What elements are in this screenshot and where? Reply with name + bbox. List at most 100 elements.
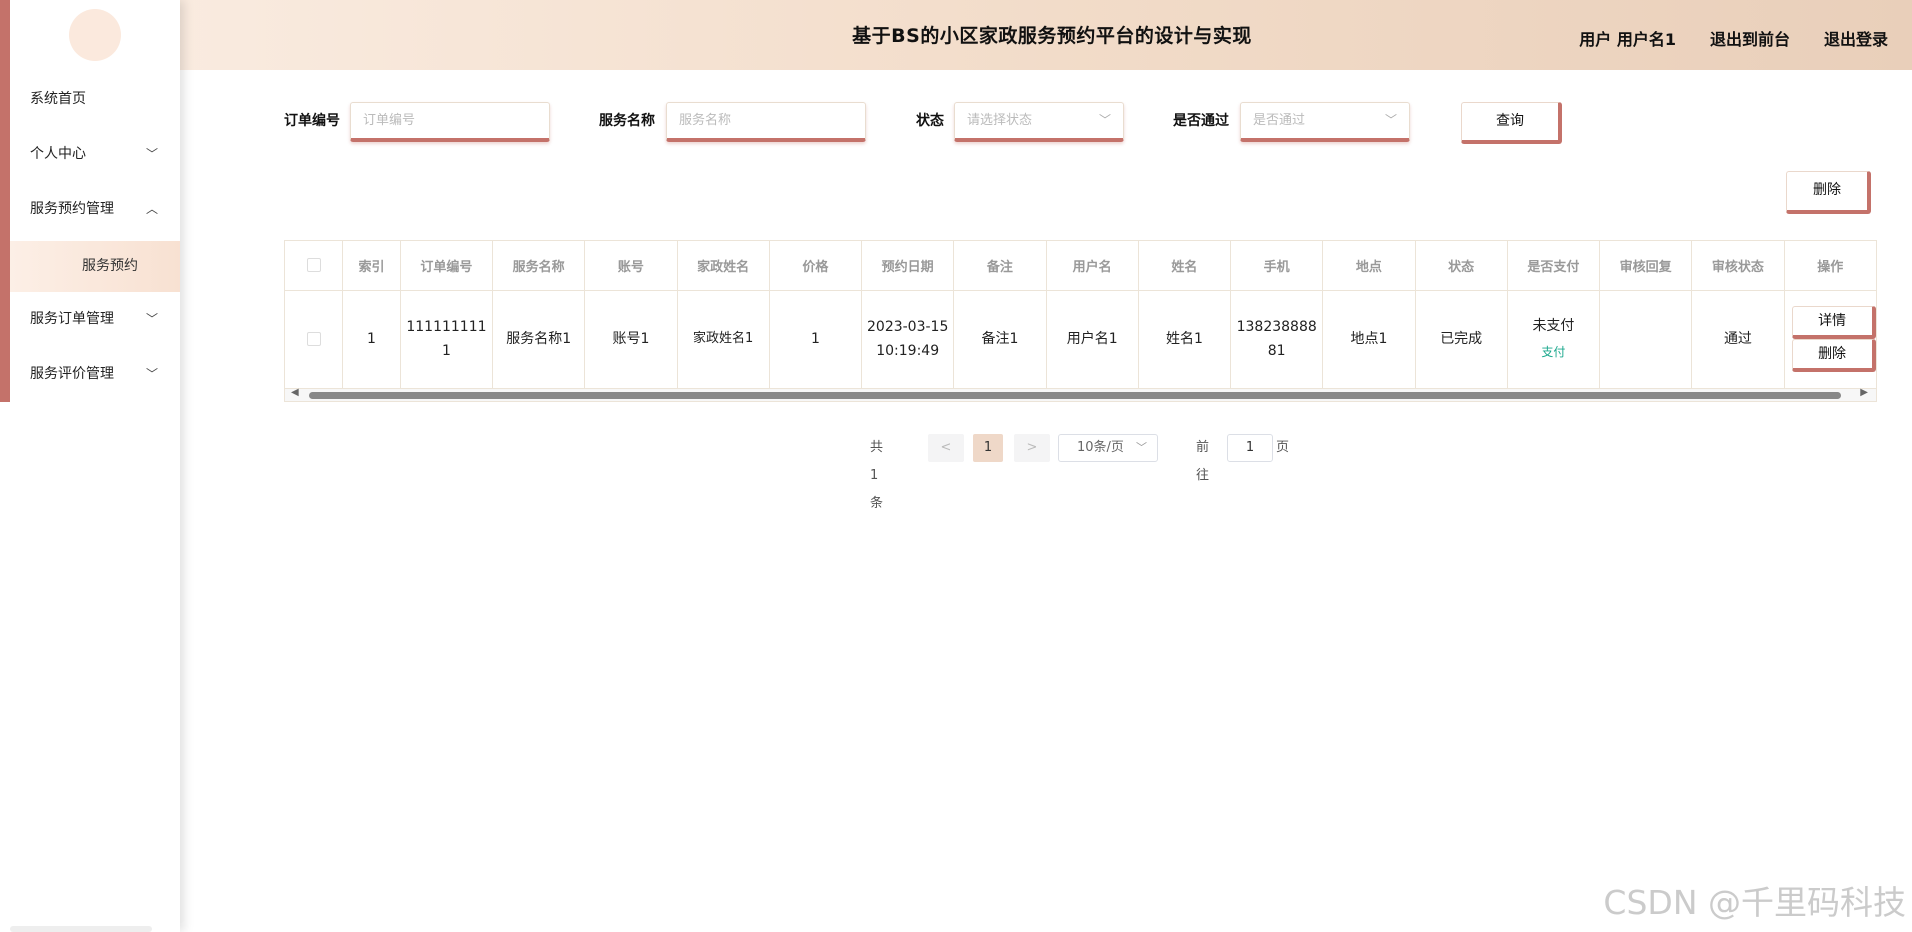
column-header[interactable]: 是否支付 [1507,241,1601,291]
goto-label: 前往 [1196,440,1210,483]
cell-status: 已完成 [1415,290,1508,388]
sidebar-item-label: 个人中心 [30,146,86,162]
chevron-down-icon: ﹀ [145,367,158,381]
query-button-label: 查询 [1496,113,1524,129]
cell-index: 1 [342,290,401,388]
bulk-delete-button[interactable]: 删除 [1786,171,1871,214]
total-count: 共 1 条 [870,440,884,511]
table-horizontal-scrollbar[interactable]: ◀ ▶ [285,387,1876,401]
watermark: CSDN @千里码科技 [1603,883,1906,922]
cell-date: 2023-03-15 10:19:49 [861,290,955,388]
sidebar-scrollbar[interactable] [10,926,152,932]
cell-price: 1 [769,290,863,388]
select-all-cell [285,241,344,291]
sidebar-item-order-management[interactable]: 服务订单管理 ﹀ [10,296,180,351]
sidebar-menu: 系统首页 个人中心 ﹀ 服务预约管理 ︿ 服务预约 服务订单管理 ﹀ 服务评价管… [10,76,180,406]
status-select[interactable]: 请选择状态 ﹀ [954,102,1124,142]
page-number-1[interactable]: 1 [973,434,1003,462]
sidebar-item-home[interactable]: 系统首页 [10,76,180,131]
top-header: 基于BS的小区家政服务预约平台的设计与实现 用户 用户名1 退出到前台 退出登录 [0,0,1912,70]
cell-account: 账号1 [584,290,678,388]
row-checkbox[interactable] [306,332,321,347]
prev-page-button[interactable]: < [928,434,964,462]
select-all-checkbox[interactable] [306,258,321,273]
scrollbar-thumb[interactable] [309,392,1841,399]
column-header[interactable]: 预约日期 [861,241,955,291]
exit-to-front-link[interactable]: 退出到前台 [1710,26,1790,50]
sidebar-item-label: 服务预约 [82,258,138,274]
chevron-down-icon: ﹀ [1098,113,1111,127]
cell-username: 用户名1 [1046,290,1139,388]
column-header[interactable]: 地点 [1322,241,1416,291]
sidebar-item-label: 服务预约管理 [30,201,114,217]
scroll-right-icon[interactable]: ▶ [1860,387,1868,398]
column-header[interactable]: 服务名称 [492,241,586,291]
page-size-value: 10条/页 [1077,440,1124,455]
pay-link[interactable]: 支付 [1512,340,1595,364]
table-header-row: 索引 订单编号 服务名称 账号 家政姓名 价格 预约日期 备注 用户名 姓名 手… [285,241,1876,291]
cell-audit: 通过 [1691,290,1785,388]
cell-phone: 13823888881 [1230,290,1324,388]
bulk-delete-label: 删除 [1813,182,1841,198]
column-header[interactable]: 价格 [769,241,863,291]
cell-name: 姓名1 [1138,290,1232,388]
table-row[interactable]: 1 1111111111 服务名称1 账号1 家政姓名1 1 2023-03-1… [285,290,1876,388]
approved-placeholder: 是否通过 [1253,113,1306,128]
header-actions: 用户 用户名1 退出到前台 退出登录 [1579,0,1888,76]
order-no-input[interactable]: 订单编号 [350,102,550,142]
approved-label: 是否通过 [1173,113,1229,129]
cell-actions: 详情 删除 [1784,290,1876,388]
page-size-select[interactable]: 10条/页 ﹀ [1058,434,1158,462]
cell-note: 备注1 [953,290,1047,388]
paid-status-text: 未支付 [1532,318,1575,335]
service-name-input[interactable]: 服务名称 [666,102,866,142]
status-label: 状态 [916,113,944,129]
scroll-left-icon[interactable]: ◀ [291,387,299,398]
cell-place: 地点1 [1322,290,1416,388]
column-header[interactable]: 状态 [1415,241,1508,291]
logout-link[interactable]: 退出登录 [1824,26,1888,50]
sidebar: 系统首页 个人中心 ﹀ 服务预约管理 ︿ 服务预约 服务订单管理 ﹀ 服务评价管… [0,0,180,932]
column-header[interactable]: 用户名 [1046,241,1139,291]
query-button[interactable]: 查询 [1461,102,1562,144]
detail-button[interactable]: 详情 [1791,306,1876,340]
search-bar: 订单编号 订单编号 服务名称 服务名称 状态 请选择状态 ﹀ 是否通过 是否通过… [284,102,1864,144]
sidebar-item-review-management[interactable]: 服务评价管理 ﹀ [10,351,180,406]
row-delete-button[interactable]: 删除 [1791,339,1876,373]
sidebar-item-label: 服务订单管理 [30,311,114,327]
approved-select[interactable]: 是否通过 ﹀ [1240,102,1410,142]
column-header[interactable]: 审核状态 [1691,241,1785,291]
sidebar-item-personal-center[interactable]: 个人中心 ﹀ [10,131,180,186]
column-header[interactable]: 索引 [342,241,401,291]
column-header[interactable]: 手机 [1230,241,1324,291]
cell-service: 服务名称1 [492,290,586,388]
column-header[interactable]: 家政姓名 [677,241,770,291]
chevron-up-icon: ︿ [145,202,158,216]
next-page-button[interactable]: > [1014,434,1050,462]
chevron-down-icon: ﹀ [145,147,158,161]
column-header[interactable]: 备注 [953,241,1047,291]
cell-order-no: 1111111111 [400,290,494,388]
column-header[interactable]: 订单编号 [400,241,494,291]
column-header[interactable]: 账号 [584,241,678,291]
chevron-down-icon: ﹀ [1384,113,1397,127]
sidebar-subitem-booking[interactable]: 服务预约 [10,241,180,292]
chevron-down-icon: ﹀ [145,312,158,326]
status-placeholder: 请选择状态 [967,113,1033,128]
goto-page-input[interactable]: 1 [1227,434,1273,462]
chevron-down-icon: ﹀ [1136,441,1147,454]
current-user: 用户 用户名1 [1579,30,1676,49]
order-no-placeholder: 订单编号 [363,113,416,128]
page-unit-label: 页 [1276,440,1290,455]
cell-paid: 未支付 支付 [1507,290,1601,388]
sidebar-item-booking-management[interactable]: 服务预约管理 ︿ [10,186,180,241]
avatar[interactable] [69,9,121,61]
column-header[interactable]: 审核回复 [1599,241,1693,291]
service-name-label: 服务名称 [599,113,655,129]
sidebar-item-label: 系统首页 [30,91,86,107]
column-header[interactable]: 姓名 [1138,241,1232,291]
sidebar-accent-bar [0,0,10,402]
service-name-placeholder: 服务名称 [679,113,732,128]
column-header: 操作 [1784,241,1876,291]
order-no-label: 订单编号 [284,113,340,129]
